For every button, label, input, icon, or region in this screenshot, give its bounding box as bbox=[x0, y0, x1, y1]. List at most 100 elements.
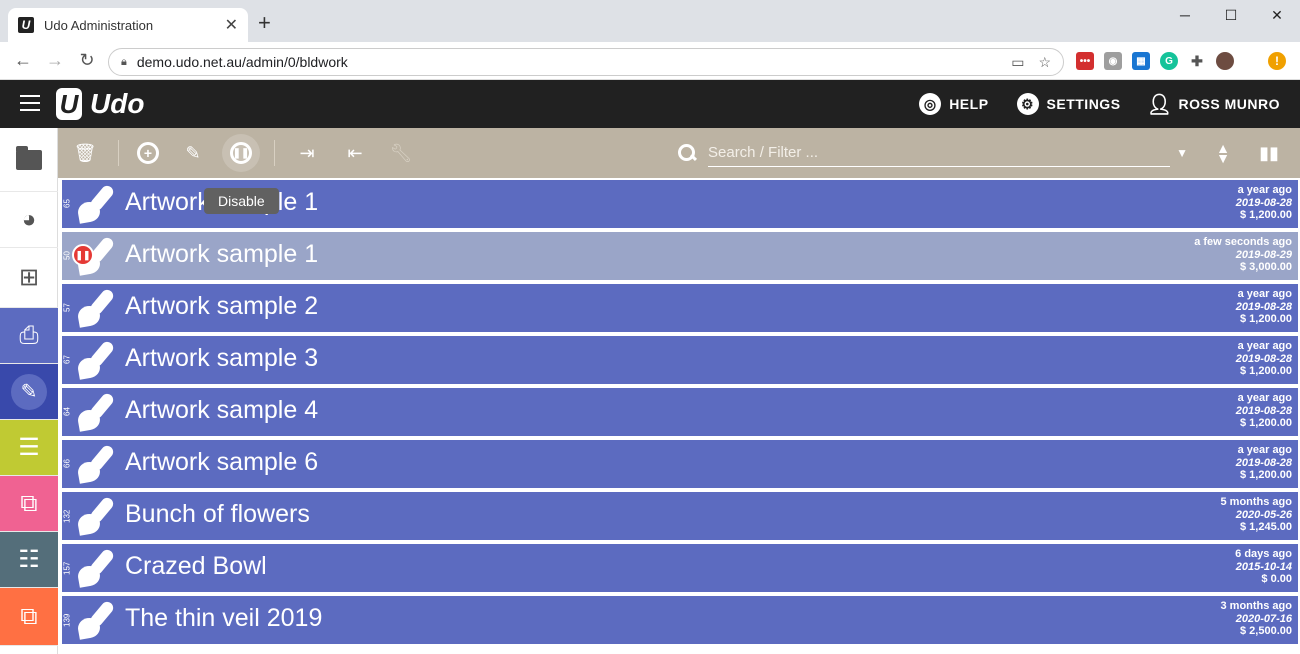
record-meta: a year ago 2019-08-28 $ 1,200.00 bbox=[1236, 444, 1292, 482]
address-bar[interactable]: 🔒︎ demo.udo.net.au/admin/0/bldwork ▭ ☆ bbox=[108, 48, 1064, 76]
list-item[interactable]: 64 Artwork sample 4 a year ago 2019-08-28 $ … bbox=[62, 388, 1298, 436]
record-title[interactable]: Crazed Bowl bbox=[125, 552, 267, 581]
camera-extension-icon[interactable]: ◉ bbox=[1104, 52, 1122, 70]
edit-button[interactable]: ✎ bbox=[180, 140, 206, 166]
record-id: 67 bbox=[62, 355, 72, 365]
sidebar-item-gift[interactable]: ⊞ bbox=[0, 248, 58, 308]
browser-tab[interactable]: U Udo Administration ✕ bbox=[8, 8, 248, 42]
maximize-button[interactable]: ☐ bbox=[1208, 0, 1254, 30]
record-id: 66 bbox=[62, 459, 72, 469]
record-meta: a few seconds ago 2019-08-29 $ 3,000.00 bbox=[1194, 236, 1292, 274]
record-relative-time: a year ago bbox=[1237, 184, 1292, 196]
record-relative-time: a year ago bbox=[1237, 392, 1292, 404]
record-title[interactable]: Bunch of flowers bbox=[125, 500, 310, 529]
sort-button[interactable]: ▲ ▼ bbox=[1210, 140, 1236, 166]
logo-text: Udo bbox=[90, 88, 145, 119]
forward-arrow-icon[interactable]: → bbox=[44, 50, 66, 71]
list-item[interactable]: 132 Bunch of flowers 5 months ago 2020-05-2… bbox=[62, 492, 1298, 540]
import-button[interactable]: ⇥ bbox=[294, 140, 320, 166]
sidebar-item-folder[interactable] bbox=[0, 128, 58, 192]
record-date: 2019-08-28 bbox=[1235, 456, 1292, 469]
list-item[interactable]: 50 ❚❚ Artwork sample 1 a few seconds ago 201… bbox=[62, 232, 1298, 280]
export-button[interactable]: ⇤ bbox=[342, 140, 368, 166]
view-toggle-button[interactable]: ▮▮ bbox=[1256, 140, 1282, 166]
settings-button[interactable]: ⚙ SETTINGS bbox=[1016, 93, 1121, 115]
tools-button[interactable]: 🔧︎ bbox=[388, 140, 414, 166]
disable-tooltip: Disable bbox=[204, 188, 279, 214]
logo-mark: U bbox=[56, 88, 82, 120]
record-relative-time: 3 months ago bbox=[1220, 600, 1292, 612]
record-amount: $ 1,245.00 bbox=[1240, 521, 1292, 533]
folder-icon bbox=[16, 145, 42, 170]
window-controls: ─ ☐ ✕ bbox=[1162, 0, 1300, 30]
record-title[interactable]: Artwork sample 6 bbox=[125, 448, 318, 477]
sidebar-item-list[interactable]: ☰ bbox=[0, 420, 58, 476]
paintbrush-icon bbox=[76, 183, 122, 224]
sidebar-item-brush[interactable]: ✎ bbox=[0, 364, 58, 420]
close-window-button[interactable]: ✕ bbox=[1254, 0, 1300, 30]
record-title[interactable]: Artwork sample 4 bbox=[125, 396, 318, 425]
url-text[interactable]: demo.udo.net.au/admin/0/bldwork bbox=[137, 54, 1011, 70]
calendar-extension-icon[interactable]: ▦ bbox=[1132, 52, 1150, 70]
hamburger-menu-icon[interactable] bbox=[20, 95, 40, 111]
record-relative-time: a year ago bbox=[1237, 340, 1292, 352]
paintbrush-icon bbox=[76, 547, 122, 588]
search-icon bbox=[678, 144, 696, 162]
record-title[interactable]: The thin veil 2019 bbox=[125, 604, 322, 633]
printer-icon: ⎙ bbox=[19, 321, 39, 349]
record-relative-time: a year ago bbox=[1237, 288, 1292, 300]
list-item[interactable]: 157 Crazed Bowl 6 days ago 2015-10-14 $ 0.00 bbox=[62, 544, 1298, 592]
pause-circle-icon: ❚❚ bbox=[230, 142, 252, 164]
sidebar-item-palette[interactable]: ◕ bbox=[0, 192, 58, 248]
extensions-puzzle-icon[interactable]: ✚ bbox=[1188, 52, 1206, 70]
add-button[interactable]: + bbox=[135, 140, 161, 166]
user-menu-button[interactable]: 👤︎ ROSS MUNRO bbox=[1146, 93, 1280, 116]
search-input[interactable] bbox=[708, 139, 1171, 167]
list-item[interactable]: 66 Artwork sample 6 a year ago 2019-08-28 $ … bbox=[62, 440, 1298, 488]
record-title[interactable]: Artwork sample 3 bbox=[125, 344, 318, 373]
record-meta: a year ago 2019-08-28 $ 1,200.00 bbox=[1236, 340, 1292, 378]
record-title[interactable]: Artwork sample 2 bbox=[125, 292, 318, 321]
chevron-down-icon[interactable]: ▼ bbox=[1176, 146, 1188, 160]
record-date: 2020-07-16 bbox=[1235, 612, 1292, 625]
record-amount: $ 1,200.00 bbox=[1240, 417, 1292, 429]
browser-toolbar: ← → ↻ 🔒︎ demo.udo.net.au/admin/0/bldwork… bbox=[0, 42, 1300, 80]
disable-button[interactable]: ❚❚ bbox=[228, 140, 254, 166]
frame-orange-icon: ⧉ bbox=[20, 602, 38, 630]
profile-avatar[interactable] bbox=[1216, 52, 1234, 70]
toolbar-divider bbox=[118, 140, 119, 166]
palette-icon: ◕ bbox=[21, 205, 37, 233]
toolbar-divider bbox=[274, 140, 275, 166]
wrench-icon: 🔧︎ bbox=[389, 142, 413, 163]
delete-button[interactable]: 🗑︎ bbox=[72, 140, 98, 166]
sidebar-item-printer[interactable]: ⎙ bbox=[0, 308, 58, 364]
browser-menu-icon[interactable]: ! bbox=[1268, 52, 1286, 70]
tab-close-icon[interactable]: ✕ bbox=[225, 15, 238, 35]
app-logo[interactable]: U Udo bbox=[56, 88, 144, 120]
user-icon: 👤︎ bbox=[1146, 93, 1173, 116]
paintbrush-icon bbox=[76, 599, 122, 640]
record-title[interactable]: Artwork sample 1 bbox=[125, 240, 318, 269]
sidebar-item-numbered-list[interactable]: ☷ bbox=[0, 532, 58, 588]
grammarly-extension-icon[interactable]: G bbox=[1160, 52, 1178, 70]
module-sidebar: ◕ ⊞ ⎙ ✎ ☰ ⧉ ☷ ⧉ bbox=[0, 128, 58, 654]
list-item[interactable]: 139 The thin veil 2019 3 months ago 2020-07… bbox=[62, 596, 1298, 644]
new-tab-button[interactable]: + bbox=[258, 12, 271, 34]
minimize-button[interactable]: ─ bbox=[1162, 0, 1208, 30]
lastpass-extension-icon[interactable]: ••• bbox=[1076, 52, 1094, 70]
gear-icon: ⚙ bbox=[1016, 93, 1039, 115]
record-id: 57 bbox=[62, 303, 72, 313]
record-date: 2019-08-28 bbox=[1235, 196, 1292, 209]
record-date: 2019-08-28 bbox=[1235, 300, 1292, 313]
help-button[interactable]: ◎ HELP bbox=[919, 93, 988, 115]
list-item[interactable]: 57 Artwork sample 2 a year ago 2019-08-28 $ … bbox=[62, 284, 1298, 332]
reload-icon[interactable]: ↻ bbox=[76, 50, 98, 71]
extensions-bar: ••• ◉ ▦ G ✚ bbox=[1076, 52, 1234, 70]
bookmark-star-icon[interactable]: ☆ bbox=[1038, 54, 1051, 71]
sidebar-item-frame[interactable]: ⧉ bbox=[0, 476, 58, 532]
list-item[interactable]: 67 Artwork sample 3 a year ago 2019-08-28 $ … bbox=[62, 336, 1298, 384]
record-amount: $ 1,200.00 bbox=[1240, 365, 1292, 377]
back-arrow-icon[interactable]: ← bbox=[12, 50, 34, 71]
sidebar-item-frame-orange[interactable]: ⧉ bbox=[0, 588, 58, 646]
cast-icon[interactable]: ▭ bbox=[1011, 54, 1024, 71]
